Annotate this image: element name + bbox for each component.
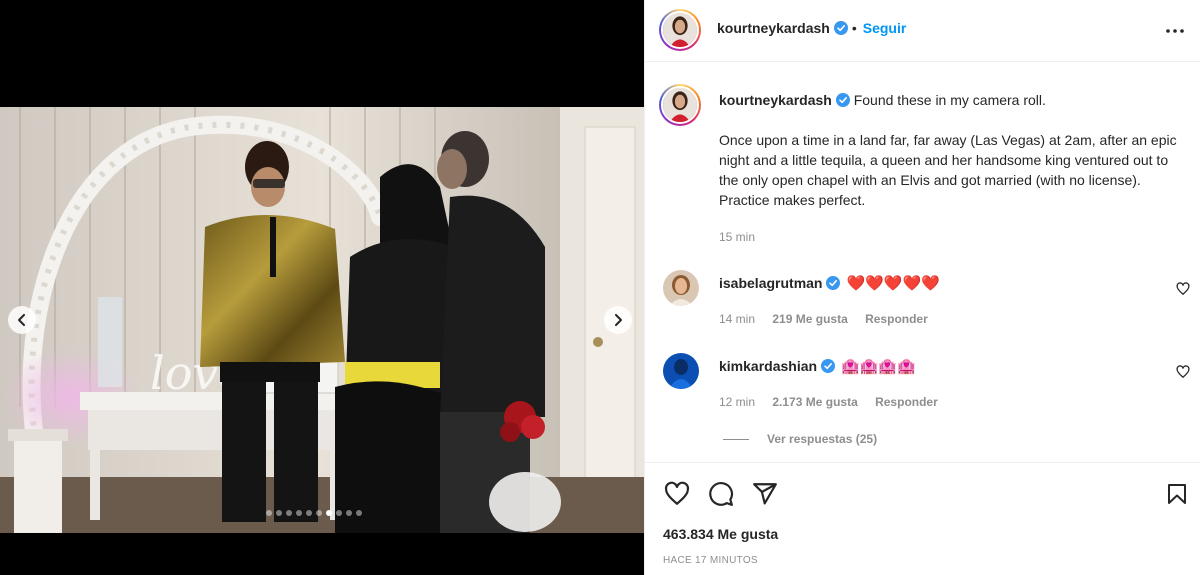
verified-badge-icon [821, 359, 836, 373]
view-replies-button[interactable]: Ver respuestas (25) [723, 432, 877, 446]
view-replies-label: Ver respuestas (25) [767, 432, 878, 446]
chevron-right-icon [615, 314, 622, 326]
post-caption: kourtneykardash Found these in my camera… [719, 90, 1191, 247]
follow-button[interactable]: Seguir [863, 20, 907, 36]
comment-reply-button[interactable]: Responder [865, 312, 928, 326]
heart-icon [664, 481, 690, 505]
commenter-username[interactable]: kimkardashian [719, 358, 817, 374]
save-button[interactable] [1163, 480, 1191, 508]
avatar-image [663, 353, 699, 389]
header-user-row: kourtneykardash • Seguir [717, 20, 906, 36]
caption-timestamp: 15 min [719, 230, 756, 244]
post-header: kourtneykardash • Seguir [645, 0, 1200, 62]
verified-badge-icon [833, 21, 848, 35]
author-avatar[interactable] [659, 9, 701, 51]
post-time-ago: HACE 17 MINUTOS [663, 555, 758, 566]
comment-button[interactable] [707, 480, 735, 508]
carousel-prev-button[interactable] [8, 306, 36, 334]
carousel-indicator [266, 510, 362, 516]
post-likes-count[interactable]: 463.834 Me gusta [663, 526, 778, 542]
commenter-avatar[interactable] [663, 353, 699, 389]
like-button[interactable] [663, 480, 691, 508]
comment-meta: 14 min 219 Me gusta Responder [719, 312, 928, 326]
comment-time: 14 min [719, 312, 756, 326]
comment-likes[interactable]: 219 Me gusta [772, 312, 847, 326]
caption-body: Once upon a time in a land far, far away… [719, 132, 1177, 208]
comment-time: 12 min [719, 395, 756, 409]
comment-text: 🏩🏩🏩🏩 [841, 358, 916, 375]
follow-separator: • [851, 20, 857, 36]
chevron-left-icon [18, 314, 25, 326]
post-actions: 463.834 Me gusta HACE 17 MINUTOS [645, 462, 1200, 575]
caption-username[interactable]: kourtneykardash [719, 92, 832, 108]
replies-divider [723, 438, 749, 440]
commenter-username[interactable]: isabelagrutman [719, 275, 822, 291]
bookmark-icon [1168, 484, 1186, 504]
carousel-dot [286, 510, 292, 516]
avatar-image [663, 13, 697, 47]
avatar-image [663, 270, 699, 306]
heart-icon[interactable] [1176, 282, 1190, 296]
more-options-icon [1166, 29, 1184, 33]
carousel-dot [276, 510, 282, 516]
carousel-dot [316, 510, 322, 516]
comment-content: isabelagrutman ❤️❤️❤️❤️❤️ [719, 274, 940, 292]
comment-icon [709, 482, 734, 506]
caption-lead: Found these in my camera roll. [853, 92, 1046, 108]
comment-content: kimkardashian 🏩🏩🏩🏩 [719, 357, 916, 375]
carousel-dot [296, 510, 302, 516]
verified-badge-icon [835, 93, 850, 107]
verified-badge-icon [826, 276, 841, 290]
comment-meta: 12 min 2.173 Me gusta Responder [719, 395, 938, 409]
author-username[interactable]: kourtneykardash [717, 20, 830, 36]
heart-icon[interactable] [1176, 365, 1190, 379]
share-icon [753, 483, 777, 505]
carousel-dot [306, 510, 312, 516]
more-options-button[interactable] [1163, 21, 1187, 41]
avatar-image [663, 88, 697, 122]
carousel-dot [326, 510, 332, 516]
post-photo[interactable]: love [0, 107, 644, 533]
comment-likes[interactable]: 2.173 Me gusta [772, 395, 857, 409]
carousel-next-button[interactable] [604, 306, 632, 334]
carousel-dot [346, 510, 352, 516]
carousel-dot [266, 510, 272, 516]
share-button[interactable] [751, 480, 779, 508]
commenter-avatar[interactable] [663, 270, 699, 306]
carousel-dot [336, 510, 342, 516]
comment-text: ❤️❤️❤️❤️❤️ [846, 275, 940, 292]
post-media: love [0, 0, 644, 575]
caption-author-avatar[interactable] [659, 84, 701, 126]
carousel-dot [356, 510, 362, 516]
post-sidebar: kourtneykardash • Seguir kourtneykardash… [644, 0, 1200, 575]
wedding-photo: love [0, 107, 644, 533]
comment-reply-button[interactable]: Responder [875, 395, 938, 409]
